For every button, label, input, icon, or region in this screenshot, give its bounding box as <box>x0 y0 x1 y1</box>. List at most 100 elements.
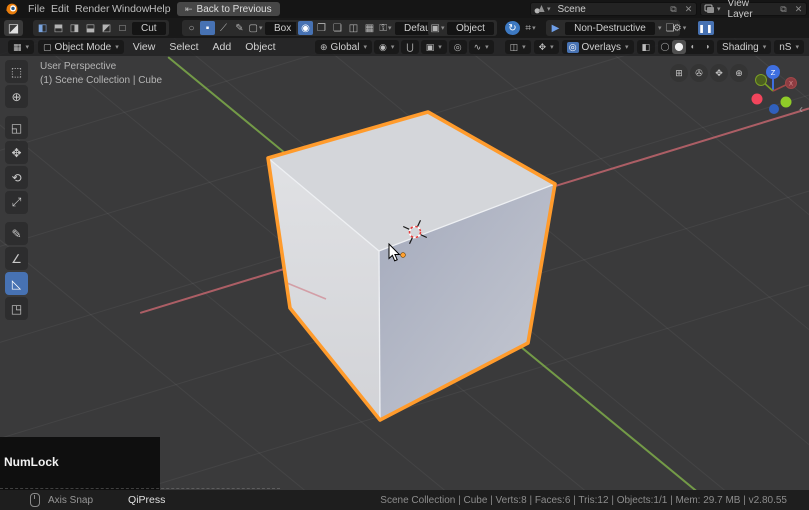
shading-material-icon[interactable]: ◐ <box>686 40 700 54</box>
overlays-toggle[interactable]: ◎ Overlays▾ <box>562 40 634 54</box>
annotate-tool[interactable]: ✎ <box>5 222 28 245</box>
pause-button[interactable]: ❚❚ <box>698 21 714 35</box>
play-icon[interactable]: ▶ <box>548 21 563 35</box>
proportional-toggle[interactable]: ◎ <box>449 40 467 54</box>
shading-dropdown[interactable]: Shading▾ <box>717 40 771 54</box>
menu-help[interactable]: Help <box>145 0 175 18</box>
menu-select[interactable]: Select <box>164 41 203 53</box>
visibility-icon: ◫ <box>510 42 519 53</box>
hardops-icon[interactable]: ↻ <box>505 21 520 35</box>
viewport-3d[interactable]: ▦▾ ▢ Object Mode▾ View Select Add Object… <box>0 38 809 490</box>
overlays-label: Overlays <box>582 42 621 53</box>
mouse-cursor <box>388 243 402 263</box>
snap-target-icon: ▣ <box>426 42 435 53</box>
cut-extract-icon[interactable]: □ <box>115 21 130 35</box>
origin-bbox-icon[interactable]: ❐ <box>314 21 329 35</box>
orientation-icon[interactable]: ▣▾ <box>430 21 445 35</box>
pan-view-button[interactable]: ✥ <box>710 64 728 82</box>
measure-tool[interactable]: ∠ <box>5 247 28 270</box>
gizmo-x-neg[interactable] <box>752 94 763 105</box>
pressed-key-label: NumLock <box>4 455 59 469</box>
mode-label: Object Mode <box>55 42 112 53</box>
sidebar-collapse-arrow[interactable]: ‹ <box>799 102 803 116</box>
gizmo-z-neg[interactable] <box>769 104 779 114</box>
scene-selector[interactable]: ▾ Scene ⧉ ✕ <box>530 2 697 16</box>
select-box-tool[interactable]: ⬚ <box>5 60 28 83</box>
scene-name: Scene <box>554 4 666 15</box>
new-scene-icon[interactable]: ⧉ <box>666 4 681 15</box>
back-icon: ⇤ <box>185 4 193 15</box>
shape-select-icon[interactable]: ▢▾ <box>248 21 263 35</box>
object-mode-icon: ▢ <box>43 42 52 53</box>
shape-ngon-icon[interactable]: ⟋ <box>216 21 231 35</box>
shading-wireframe-icon[interactable]: ◯ <box>658 40 672 54</box>
ns-dropdown[interactable]: nS▾ <box>774 40 804 54</box>
orientation-dropdown[interactable]: ⊕ Global▾ <box>315 40 372 54</box>
shape-field[interactable]: Box <box>265 22 300 35</box>
menu-view[interactable]: View <box>128 41 161 53</box>
camera-view-button[interactable]: ✇ <box>690 64 708 82</box>
boxcutter-tool[interactable]: ◺ <box>5 272 28 295</box>
workflow-chevron-icon[interactable]: ▾ <box>658 24 662 32</box>
cut-slice-icon[interactable]: ◨ <box>67 21 82 35</box>
shape-circle-icon[interactable]: ○ <box>184 21 199 35</box>
gizmo-y-axis[interactable] <box>756 75 767 86</box>
gizmo-icon: ✥ <box>539 42 547 53</box>
cut-inset-icon[interactable]: ⬓ <box>83 21 98 35</box>
gizmo-dropdown[interactable]: ✥▾ <box>534 40 559 54</box>
xray-toggle[interactable]: ◧ <box>637 40 656 54</box>
lock-icon[interactable]: ⚿▾ <box>378 21 393 35</box>
hardops-tool[interactable]: ◳ <box>5 297 28 320</box>
workflow-field[interactable]: Non-Destructive <box>565 22 655 35</box>
active-tool-button[interactable]: ◪ <box>4 20 23 36</box>
cursor-3d <box>401 218 429 246</box>
view-layer-name: View Layer <box>724 0 776 20</box>
gizmo-z-label: Z <box>771 68 776 77</box>
scale-tool[interactable]: ⤢ <box>5 191 28 214</box>
grid-snap-icon[interactable]: ▦ <box>362 21 377 35</box>
falloff-dropdown[interactable]: ∿▾ <box>469 40 494 54</box>
move-tool[interactable]: ✥ <box>5 141 28 164</box>
editor-type-button[interactable]: ▦▾ <box>8 40 34 54</box>
shading-rendered-icon[interactable]: ◑ <box>700 40 714 54</box>
origin-center-icon[interactable]: ◉ <box>298 21 313 35</box>
object-visibility-dropdown[interactable]: ◫▾ <box>505 40 531 54</box>
status-bar: Axis Snap QiPress Scene Collection | Cub… <box>0 490 809 510</box>
settings-gear-icon[interactable]: ⚙▾ <box>672 21 687 35</box>
pivot-dropdown[interactable]: ◉▾ <box>374 40 399 54</box>
operation-field[interactable]: Cut <box>132 22 166 35</box>
snap-target-dropdown[interactable]: ▣▾ <box>421 40 447 54</box>
toggle-ortho-button[interactable]: ⊞ <box>670 64 688 82</box>
cut-difference-icon[interactable]: ◧ <box>35 21 50 35</box>
gizmo-y-neg[interactable] <box>781 97 792 108</box>
menu-file[interactable]: File <box>24 0 49 18</box>
delete-scene-icon[interactable]: ✕ <box>681 4 696 15</box>
view-layer-icon: ▾ <box>701 4 724 14</box>
align-field[interactable]: Object <box>447 22 494 35</box>
view-layer-selector[interactable]: ▾ View Layer ⧉ ✕ <box>700 2 807 16</box>
menu-object[interactable]: Object <box>240 41 280 53</box>
mode-dropdown[interactable]: ▢ Object Mode▾ <box>38 40 124 54</box>
cursor-tool[interactable]: ⊕ <box>5 85 28 108</box>
shape-custom-icon[interactable]: ✎ <box>232 21 247 35</box>
snap-toggle[interactable]: ⋃ <box>401 40 418 54</box>
transform-tool[interactable]: ◱ <box>5 116 28 139</box>
origin-corner-icon[interactable]: ❏ <box>330 21 345 35</box>
origin-edge-icon[interactable]: ◫ <box>346 21 361 35</box>
cube-object[interactable] <box>0 38 809 490</box>
viewport-header: ▦▾ ▢ Object Mode▾ View Select Add Object… <box>0 38 809 56</box>
xray-icon: ◧ <box>642 42 651 53</box>
new-view-layer-icon[interactable]: ⧉ <box>776 4 791 15</box>
editor-3d-icon: ▦ <box>13 42 22 53</box>
menu-add[interactable]: Add <box>208 41 237 53</box>
proportional-icon: ◎ <box>454 42 462 53</box>
rotate-tool[interactable]: ⟲ <box>5 166 28 189</box>
shape-box-icon[interactable]: ▪ <box>200 21 215 35</box>
cut-knife-icon[interactable]: ◩ <box>99 21 114 35</box>
back-to-previous-button[interactable]: ⇤ Back to Previous <box>177 2 280 16</box>
sort-modifiers-icon[interactable]: ⌗▾ <box>523 21 538 35</box>
menu-edit[interactable]: Edit <box>47 0 73 18</box>
delete-view-layer-icon[interactable]: ✕ <box>791 4 806 15</box>
cut-union-icon[interactable]: ⬒ <box>51 21 66 35</box>
shading-solid-icon[interactable]: ⬤ <box>672 40 686 54</box>
